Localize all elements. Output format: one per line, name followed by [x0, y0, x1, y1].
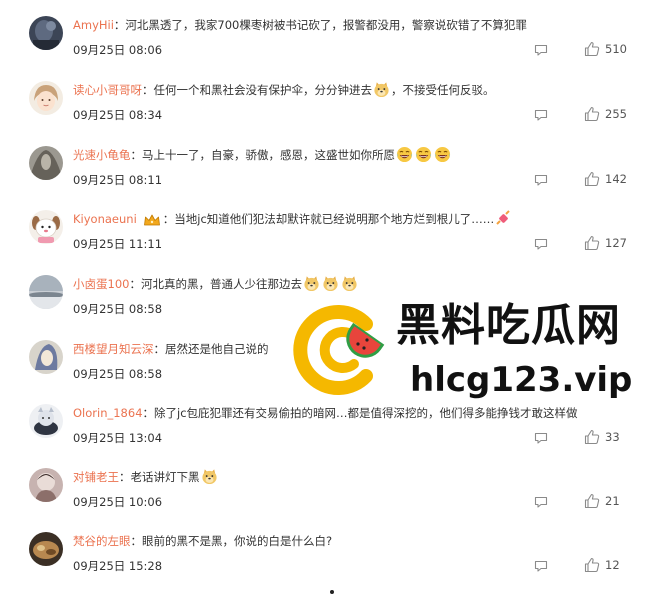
doge-emoji-icon: [322, 275, 339, 292]
comment-item: Olorin_1864：除了jc包庇犯罪还有交易偷拍的暗网…都是值得深挖的，他们…: [0, 404, 665, 468]
comment-item: 光速小龟龟：马上十一了，自豪，骄傲，感恩，这盛世如你所愿 09月25日 08:1…: [0, 146, 665, 210]
comment-item: 对铺老王：老话讲灯下黑 09月25日 10:06 21: [0, 468, 665, 532]
avatar[interactable]: [29, 404, 63, 438]
comment-text-tail: ，不接受任何反驳。: [391, 83, 495, 97]
comment-author[interactable]: 小卤蛋100: [73, 277, 129, 291]
laugh-cry-emoji-icon: [415, 146, 432, 163]
avatar[interactable]: [29, 210, 63, 244]
member-crown-icon: [143, 213, 161, 227]
thumbs-up-icon: [584, 557, 600, 573]
like-button[interactable]: 33: [584, 428, 620, 446]
thumbs-up-icon: [584, 493, 600, 509]
separator: ：: [153, 342, 166, 356]
avatar[interactable]: [29, 146, 63, 180]
laugh-cry-emoji-icon: [396, 146, 413, 163]
comment-author[interactable]: 读心小哥哥呀: [73, 83, 142, 97]
doge-emoji-icon: [341, 275, 358, 292]
comment-time: 09月25日 08:58: [73, 367, 163, 381]
like-button[interactable]: 21: [584, 492, 620, 510]
comment-author[interactable]: AmyHii: [73, 18, 114, 32]
like-count: 510: [605, 42, 627, 56]
thumbs-up-icon: [584, 106, 600, 122]
comment-time: 09月25日 13:04: [73, 431, 163, 445]
comment-author[interactable]: 梵谷的左眼: [73, 534, 131, 548]
thumbs-up-icon: [584, 429, 600, 445]
comment-time: 09月25日 15:28: [73, 559, 163, 573]
reply-icon[interactable]: [534, 238, 548, 250]
comment-time: 09月25日 08:34: [73, 108, 163, 122]
comment-author[interactable]: Kiyonaeuni: [73, 212, 137, 226]
comment-text: 马上十一了，自豪，骄傲，感恩，这盛世如你所愿: [142, 148, 395, 162]
watermark: 黑料吃瓜网 hlcg123.vip: [292, 300, 652, 410]
like-count: 255: [605, 107, 627, 121]
separator: ：: [119, 470, 131, 484]
watermark-logo-icon: [293, 305, 385, 395]
doge-emoji-icon: [201, 468, 218, 485]
reply-icon[interactable]: [534, 560, 548, 572]
like-count: 33: [605, 430, 620, 444]
like-button[interactable]: 255: [584, 105, 627, 123]
comment-item: Kiyonaeuni ：当地jc知道他们犯法却默许就已经说明那个地方烂到根儿了………: [0, 210, 665, 274]
avatar[interactable]: [29, 16, 63, 50]
separator: ：: [162, 212, 175, 226]
comment-author[interactable]: 对铺老王: [73, 470, 119, 484]
like-count: 142: [605, 172, 627, 186]
comment-text: 居然还是他自己说的: [165, 342, 269, 356]
like-button[interactable]: 510: [584, 40, 627, 58]
laugh-cry-emoji-icon: [434, 146, 451, 163]
reply-icon[interactable]: [534, 109, 548, 121]
comment-text: 当地jc知道他们犯法却默许就已经说明那个地方烂到根儿了……: [174, 212, 495, 226]
comment-author[interactable]: Olorin_1864: [73, 406, 143, 420]
separator: ：: [129, 277, 141, 291]
comment-time: 09月25日 10:06: [73, 495, 163, 509]
comment-list: AmyHii：河北黑透了，我家700棵枣树被书记砍了，报警都没用，警察说砍错了不…: [0, 0, 665, 598]
comment-time: 09月25日 08:06: [73, 43, 163, 57]
comment-item: AmyHii：河北黑透了，我家700棵枣树被书记砍了，报警都没用，警察说砍错了不…: [0, 16, 665, 80]
avatar[interactable]: [29, 275, 63, 309]
comment-text: 任何一个和黑社会没有保护伞，分分钟进去: [153, 83, 373, 97]
comment-text: 河北黑透了，我家700棵枣树被书记砍了，报警都没用，警察说砍错了不算犯罪: [125, 18, 527, 32]
comment-item: 读心小哥哥呀：任何一个和黑社会没有保护伞，分分钟进去 ，不接受任何反驳。 09月2…: [0, 81, 665, 145]
doge-emoji-icon: [373, 81, 390, 98]
comment-text: 河北真的黑，普通人少往那边去: [140, 277, 302, 291]
comment-item: 梵谷的左眼：眼前的黑不是黑，你说的白是什么白? 09月25日 15:28 12: [0, 532, 665, 596]
avatar[interactable]: [29, 340, 63, 374]
separator: ：: [130, 148, 143, 162]
comment-author[interactable]: 西楼望月知云深: [73, 342, 154, 356]
separator: ：: [142, 406, 155, 420]
comment-text: 老话讲灯下黑: [130, 470, 200, 484]
reply-icon[interactable]: [534, 496, 548, 508]
watermark-title: 黑料吃瓜网: [396, 300, 621, 351]
separator: ：: [130, 534, 143, 548]
comment-text: 眼前的黑不是黑，你说的白是什么白?: [142, 534, 333, 548]
avatar[interactable]: [29, 468, 63, 502]
like-count: 127: [605, 236, 627, 250]
candy-emoji-icon: [495, 210, 511, 226]
like-count: 21: [605, 494, 620, 508]
reply-icon[interactable]: [534, 432, 548, 444]
like-button[interactable]: 142: [584, 170, 627, 188]
comment-time: 09月25日 08:11: [73, 173, 163, 187]
avatar[interactable]: [29, 532, 63, 566]
thumbs-up-icon: [584, 41, 600, 57]
reply-icon[interactable]: [534, 44, 548, 56]
like-count: 12: [605, 558, 620, 572]
comment-time: 09月25日 08:58: [73, 302, 163, 316]
separator: ：: [113, 18, 126, 32]
watermark-url: hlcg123.vip: [410, 360, 633, 400]
comment-author[interactable]: 光速小龟龟: [73, 148, 131, 162]
avatar[interactable]: [29, 81, 63, 115]
separator: ：: [142, 83, 154, 97]
thumbs-up-icon: [584, 171, 600, 187]
reply-icon[interactable]: [534, 174, 548, 186]
thumbs-up-icon: [584, 235, 600, 251]
comment-time: 09月25日 11:11: [73, 237, 163, 251]
like-button[interactable]: 127: [584, 234, 627, 252]
doge-emoji-icon: [303, 275, 320, 292]
loading-dot: [330, 590, 334, 594]
like-button[interactable]: 12: [584, 556, 620, 574]
